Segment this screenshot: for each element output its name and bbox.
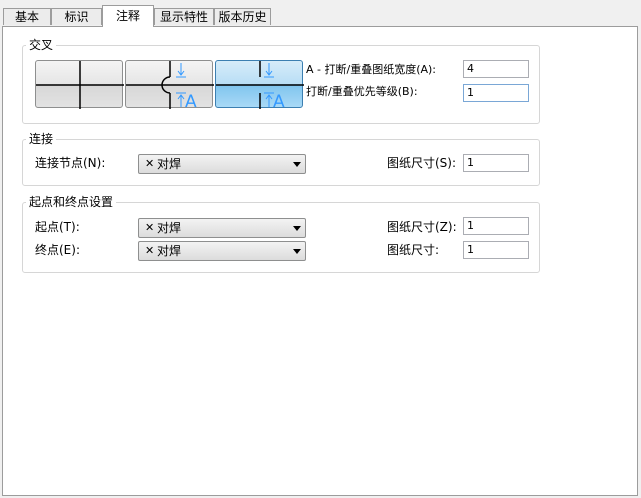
start-size-label: 图纸尺寸(Z): [387,220,457,234]
node-label: 连接节点(N): [35,156,106,170]
node-select[interactable]: ✕ 对焊 [138,154,306,174]
start-select-value: 对焊 [157,221,182,235]
priority-input[interactable]: 1 [463,84,529,102]
tab-identity[interactable]: 标识 [51,8,102,25]
end-select-value: 对焊 [157,244,182,258]
chevron-down-icon [293,249,301,254]
start-select[interactable]: ✕ 对焊 [138,218,306,238]
crossing-none-button[interactable] [35,60,124,109]
tab-version-history[interactable]: 版本历史 [214,8,271,25]
crossing-jog-glyph: A [185,92,197,109]
crossing-break-icon: A [216,61,304,109]
start-label: 起点(T): [35,220,80,234]
end-select[interactable]: ✕ 对焊 [138,241,306,261]
crossing-break-button[interactable]: A [215,60,304,109]
connection-group-title: 连接 [26,132,57,146]
chevron-down-icon [293,226,301,231]
tab-basic[interactable]: 基本 [3,8,51,25]
butt-weld-icon: ✕ [145,221,155,234]
chevron-down-icon [293,162,301,167]
endpoints-group-title: 起点和终点设置 [26,195,117,209]
break-width-input[interactable]: 4 [463,60,529,78]
tab-display-properties[interactable]: 显示特性 [154,8,214,25]
crossing-jog-icon: A [126,61,214,109]
end-size-label: 图纸尺寸: [387,243,440,257]
crossing-jog-button[interactable]: A [125,60,214,109]
node-select-value: 对焊 [157,157,182,171]
tab-bar: 基本 标识 注释 显示特性 版本历史 [0,0,641,27]
node-size-input[interactable]: 1 [463,154,529,172]
butt-weld-icon: ✕ [145,157,155,170]
end-label: 终点(E): [35,243,80,257]
butt-weld-icon: ✕ [145,244,155,257]
crossing-break-glyph: A [273,92,285,109]
start-size-input[interactable]: 1 [463,217,529,235]
end-size-input[interactable]: 1 [463,241,529,259]
crossing-group-title: 交叉 [26,38,57,52]
crossing-none-icon [36,61,124,109]
break-width-label: A - 打断/重叠图纸宽度(A): [306,63,437,76]
node-size-label: 图纸尺寸(S): [387,156,457,170]
priority-label: 打断/重叠优先等级(B): [306,85,418,98]
tab-annotation[interactable]: 注释 [102,5,154,27]
